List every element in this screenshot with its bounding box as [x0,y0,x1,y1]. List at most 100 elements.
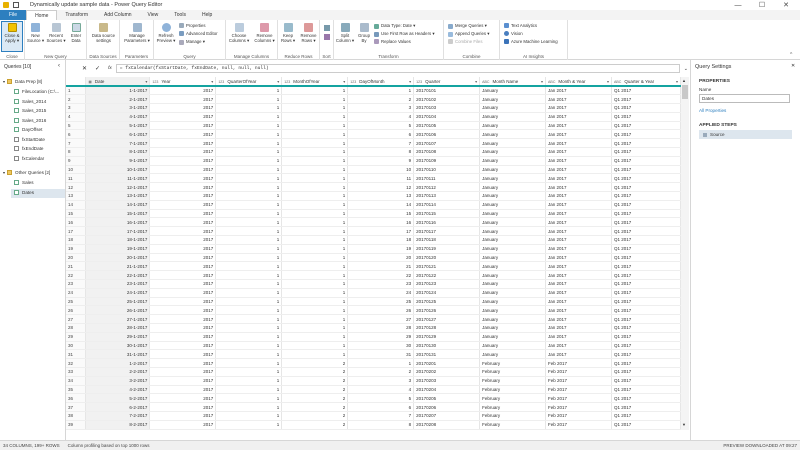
table-cell[interactable]: 13-1-2017 [85,191,151,201]
close-window-button[interactable]: ✕ [774,0,798,10]
table-cell[interactable]: 14-1-2017 [85,200,151,210]
table-cell[interactable]: Jan 2017 [545,288,612,298]
table-cell[interactable]: Q1 2017 [611,244,681,254]
table-cell[interactable]: 2017 [149,226,217,237]
table-cell[interactable]: 3-2-2017 [85,376,151,386]
table-cell[interactable]: Feb 2017 [545,393,612,404]
table-cell[interactable]: 1 [215,385,283,395]
table-cell[interactable]: 16-1-2017 [85,217,151,228]
table-cell[interactable]: 1 [281,138,349,149]
table-cell[interactable]: Q1 2017 [611,402,681,412]
row-number[interactable]: 12 [66,182,87,193]
row-number[interactable]: 24 [66,288,87,298]
table-cell[interactable]: 2017 [149,279,217,289]
keep-rows-button[interactable]: Keep Rows ▾ [279,21,297,43]
table-cell[interactable]: 2017 [149,261,217,272]
table-cell[interactable]: Feb 2017 [545,385,612,395]
query-group-data-prep[interactable]: ▾ Data Prep [8] [3,79,42,84]
table-cell[interactable]: Q1 2017 [611,129,681,140]
column-header[interactable]: 123 Quarter ▾ [413,77,481,87]
table-cell[interactable]: 1 [215,288,283,298]
table-cell[interactable]: 20170130 [413,341,481,351]
table-cell[interactable]: 6-1-2017 [85,129,151,140]
row-number[interactable]: 37 [66,402,87,412]
table-cell[interactable]: 11 [347,173,415,184]
table-cell[interactable]: 1 [281,147,349,157]
table-cell[interactable]: 17-1-2017 [85,226,151,237]
table-cell[interactable]: January [479,129,547,140]
close-settings-icon[interactable]: ✕ [791,63,795,69]
table-cell[interactable]: Q1 2017 [611,209,681,219]
tab-help[interactable]: Help [194,10,220,20]
table-cell[interactable]: Q1 2017 [611,103,681,113]
table-cell[interactable]: 2017 [149,411,217,421]
table-cell[interactable]: 1 [281,297,349,307]
column-filter-icon[interactable]: ▾ [211,79,213,84]
table-row[interactable]: 35 4-2-2017 2017 1 2 4 20170204 February Feb 201… [66,385,681,395]
table-cell[interactable]: 2017 [149,367,217,377]
query-group-other[interactable]: ▾ Other Queries [2] [3,170,50,175]
table-cell[interactable]: 4-1-2017 [85,112,151,122]
collapse-queries-icon[interactable]: ‹ [58,63,60,69]
table-cell[interactable]: 1 [215,349,283,360]
table-cell[interactable]: 21 [347,261,415,272]
table-cell[interactable]: Q1 2017 [611,349,681,360]
table-cell[interactable]: 20170124 [413,288,481,298]
table-cell[interactable]: 22-1-2017 [85,270,151,281]
table-cell[interactable]: January [479,138,547,149]
table-cell[interactable]: Feb 2017 [545,402,612,412]
combine-files-button[interactable]: Combine Files [448,39,482,44]
table-cell[interactable]: 29 [347,332,415,342]
table-cell[interactable]: 2017 [149,103,217,113]
table-cell[interactable]: 1 [215,253,283,263]
table-cell[interactable]: 1 [215,156,283,166]
table-cell[interactable]: 1 [215,367,283,377]
table-row[interactable]: 6 6-1-2017 2017 1 1 6 20170106 January Jan 2017 Q… [66,129,681,140]
table-cell[interactable]: February [479,420,547,430]
table-row[interactable]: 24 24-1-2017 2017 1 1 24 20170124 January Jan 20… [66,288,681,298]
column-type-icon[interactable]: ABC [482,80,489,84]
table-cell[interactable]: 1 [215,173,283,184]
query-item[interactable]: fxStartDate [14,136,45,142]
column-header[interactable]: ABC Quarter & Year ▾ [611,77,681,87]
table-cell[interactable]: 15 [347,209,415,219]
table-cell[interactable]: 20170104 [413,112,481,122]
table-cell[interactable]: 31 [347,349,415,360]
table-cell[interactable]: 1 [281,314,349,325]
table-row[interactable]: 2 2-1-2017 2017 1 1 2 20170102 January Jan 2017 Q… [66,94,681,105]
table-cell[interactable]: 2017 [149,94,217,105]
all-properties-link[interactable]: All Properties [699,108,726,113]
table-cell[interactable]: 1 [281,349,349,360]
table-cell[interactable]: 20170203 [413,376,481,386]
table-row[interactable]: 8 8-1-2017 2017 1 1 8 20170108 January Jan 2017 Q… [66,147,681,157]
row-number[interactable]: 25 [66,297,87,307]
row-number[interactable]: 16 [66,217,87,228]
column-type-icon[interactable]: ABC [614,80,621,84]
table-cell[interactable]: Jan 2017 [545,332,612,342]
table-cell[interactable]: Jan 2017 [545,323,612,333]
table-cell[interactable]: 1 [215,112,283,122]
table-cell[interactable]: 20170204 [413,385,481,395]
table-cell[interactable]: January [479,86,547,96]
column-filter-icon[interactable]: ▾ [145,79,147,84]
table-cell[interactable]: Jan 2017 [545,261,612,272]
table-row[interactable]: 20 20-1-2017 2017 1 1 20 20170120 January Jan 20… [66,253,681,263]
split-column-button[interactable]: Split Column ▾ [335,21,355,43]
table-cell[interactable]: 20170110 [413,165,481,175]
vision-button[interactable]: Vision [504,31,523,36]
sort-descending-icon[interactable] [324,34,330,40]
table-row[interactable]: 26 26-1-2017 2017 1 1 26 20170126 January Jan 20… [66,305,681,316]
table-cell[interactable]: 30-1-2017 [85,341,151,351]
table-cell[interactable]: 1 [281,332,349,342]
row-number[interactable]: 10 [66,165,87,175]
table-cell[interactable]: January [479,226,547,237]
table-cell[interactable]: Jan 2017 [545,349,612,360]
table-cell[interactable]: 4-2-2017 [85,385,151,395]
row-number[interactable]: 6 [66,129,87,140]
table-cell[interactable]: 2 [281,393,349,404]
table-cell[interactable]: 2017 [149,420,217,430]
table-cell[interactable]: 10-1-2017 [85,165,151,175]
table-cell[interactable]: 8-1-2017 [85,147,151,157]
table-cell[interactable]: January [479,349,547,360]
table-cell[interactable]: 5 [347,393,415,404]
